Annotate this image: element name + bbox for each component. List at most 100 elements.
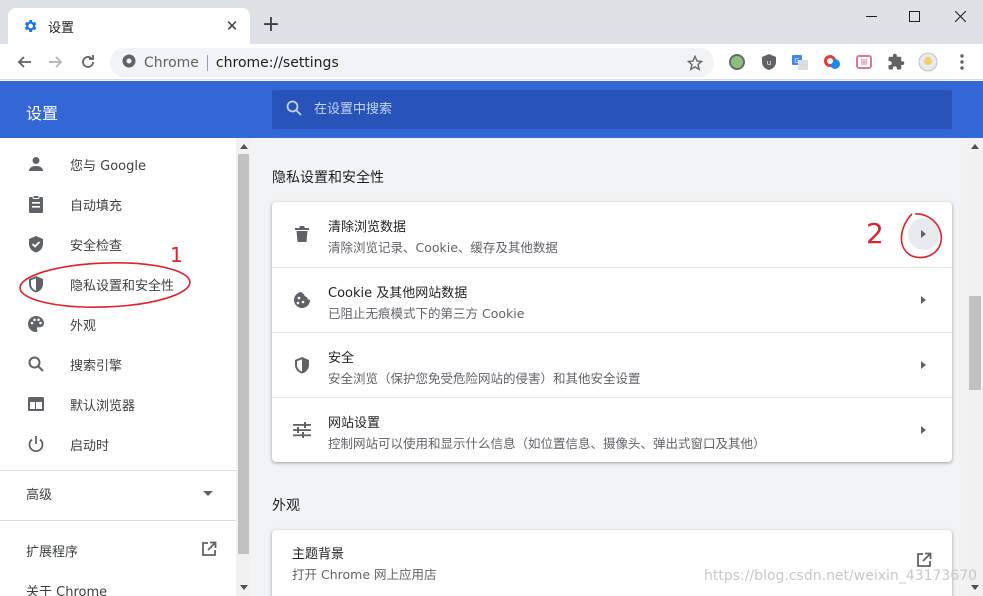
settings-search-box[interactable]: [272, 90, 952, 129]
sidebar-divider: [0, 520, 236, 521]
gear-icon: [22, 18, 38, 34]
appearance-section-title: 外观: [272, 498, 300, 514]
arrow-right-icon[interactable]: [921, 361, 926, 369]
power-icon: [26, 434, 46, 454]
sidebar-item-default-browser[interactable]: 默认浏览器: [0, 384, 236, 424]
sidebar-item-label: 隐私设置和安全性: [70, 278, 175, 294]
sidebar-item-on-startup[interactable]: 启动时: [0, 424, 236, 464]
sidebar-item-about-chrome[interactable]: 关于 Chrome: [26, 581, 107, 596]
back-button[interactable]: [12, 50, 36, 74]
site-settings-row[interactable]: 网站设置 控制网站可以使用和显示什么信息（如位置信息、摄像头、弹出式窗口及其他）: [272, 397, 952, 462]
url-text[interactable]: chrome://settings: [216, 55, 339, 71]
settings-header: 设置: [0, 81, 983, 138]
search-icon: [286, 100, 302, 120]
sidebar-item-extensions[interactable]: 扩展程序: [26, 541, 78, 560]
row-title: 安全: [328, 351, 355, 366]
sidebar-item-autofill[interactable]: 自动填充: [0, 184, 236, 224]
close-window-button[interactable]: [937, 0, 983, 32]
trash-icon: [292, 224, 312, 244]
address-bar[interactable]: Chrome chrome://settings: [110, 48, 714, 77]
bookmark-star-icon[interactable]: [686, 54, 704, 72]
row-title: 清除浏览数据: [328, 220, 407, 235]
minimize-button[interactable]: [848, 0, 894, 32]
security-row[interactable]: 安全 安全浏览（保护您免受危险网站的侵害）和其他安全设置: [272, 332, 952, 397]
scrollbar-thumb[interactable]: [969, 296, 981, 390]
sidebar-divider: [0, 470, 236, 471]
cookie-icon: [292, 290, 312, 310]
browser-tab-settings[interactable]: 设置 ✕: [8, 8, 250, 44]
clear-browsing-data-row[interactable]: 清除浏览数据 清除浏览记录、Cookie、缓存及其他数据: [272, 202, 952, 267]
sidebar-item-privacy-security[interactable]: 隐私设置和安全性: [0, 264, 236, 304]
settings-main: 隐私设置和安全性 清除浏览数据 清除浏览记录、Cookie、缓存及其他数据 Co…: [250, 138, 967, 596]
appearance-card: 主题背景 打开 Chrome 网上应用店: [272, 530, 952, 596]
omnibox-separator: [206, 54, 208, 71]
chrome-logo-icon: [122, 53, 136, 72]
privacy-card: 清除浏览数据 清除浏览记录、Cookie、缓存及其他数据 Cookie 及其他网…: [272, 202, 952, 462]
row-subtitle: 打开 Chrome 网上应用店: [292, 567, 437, 582]
puzzle-extensions-icon[interactable]: [886, 52, 906, 72]
settings-page-title: 设置: [26, 104, 59, 123]
sidebar-item-label: 搜索引擎: [70, 358, 123, 374]
arrow-right-icon[interactable]: [921, 296, 926, 304]
row-subtitle: 安全浏览（保护您免受危险网站的侵害）和其他安全设置: [328, 371, 641, 386]
scrollbar-thumb[interactable]: [238, 154, 249, 554]
browser-toolbar: Chrome chrome://settings u G: [0, 44, 983, 80]
sidebar-item-safety-check[interactable]: 安全检查: [0, 224, 236, 264]
palette-icon: [26, 314, 46, 334]
person-icon: [26, 154, 46, 174]
title-bar: 设置 ✕ +: [0, 0, 983, 44]
tune-icon: [292, 420, 312, 440]
omnibox-chrome-label: Chrome: [144, 54, 199, 71]
maximize-button[interactable]: [891, 0, 937, 32]
sidebar-item-label: 安全检查: [70, 238, 123, 254]
chevron-down-icon[interactable]: [203, 491, 213, 496]
scroll-down-icon[interactable]: [240, 585, 248, 590]
arrow-right-icon[interactable]: [921, 230, 926, 238]
pink-extension-icon[interactable]: [854, 52, 874, 72]
row-title: Cookie 及其他网站数据: [328, 286, 468, 301]
arrow-right-icon[interactable]: [921, 426, 926, 434]
scroll-up-icon[interactable]: [240, 144, 248, 149]
svg-text:u: u: [767, 59, 771, 67]
shield-check-icon: [26, 234, 46, 254]
sidebar-item-label: 启动时: [70, 438, 110, 454]
sidebar-item-label: 外观: [70, 318, 97, 334]
profile-avatar-icon[interactable]: [918, 52, 938, 72]
new-tab-button[interactable]: +: [260, 14, 282, 36]
sidebar-item-search-engine[interactable]: 搜索引擎: [0, 344, 236, 384]
privacy-section-title: 隐私设置和安全性: [272, 170, 384, 186]
scroll-down-icon[interactable]: [971, 585, 979, 590]
clipboard-icon: [26, 194, 46, 214]
row-subtitle: 控制网站可以使用和显示什么信息（如位置信息、摄像头、弹出式窗口及其他）: [328, 436, 766, 451]
theme-row[interactable]: 主题背景 打开 Chrome 网上应用店: [272, 530, 952, 596]
sidebar-item-label: 默认浏览器: [70, 398, 136, 414]
settings-search-input[interactable]: [314, 102, 874, 117]
close-tab-icon[interactable]: ✕: [222, 16, 242, 36]
adblock-extension-icon[interactable]: [822, 52, 842, 72]
row-title: 主题背景: [292, 547, 345, 562]
ublock-shield-icon[interactable]: u: [759, 52, 779, 72]
search-icon: [26, 354, 46, 374]
shield-half-icon: [26, 274, 46, 294]
row-subtitle: 已阻止无痕模式下的第三方 Cookie: [328, 306, 525, 321]
sidebar-item-label: 您与 Google: [70, 158, 146, 174]
main-scrollbar[interactable]: [967, 138, 983, 596]
extension-green-circle-icon[interactable]: [727, 52, 747, 72]
sidebar-item-you-and-google[interactable]: 您与 Google: [0, 144, 236, 184]
open-in-new-icon[interactable]: [200, 540, 218, 558]
cookies-row[interactable]: Cookie 及其他网站数据 已阻止无痕模式下的第三方 Cookie: [272, 267, 952, 332]
scroll-up-icon[interactable]: [971, 144, 979, 149]
security-shield-icon: [292, 355, 312, 375]
more-menu-icon[interactable]: [952, 52, 972, 72]
svg-text:G: G: [794, 57, 799, 65]
sidebar-item-label: 自动填充: [70, 198, 123, 214]
forward-button[interactable]: [44, 50, 68, 74]
browser-icon: [26, 394, 46, 414]
watermark-text: https://blog.csdn.net/weixin_43173670: [704, 568, 978, 584]
translate-icon[interactable]: G: [790, 52, 810, 72]
sidebar-item-appearance[interactable]: 外观: [0, 304, 236, 344]
reload-button[interactable]: [76, 50, 100, 74]
sidebar-scrollbar[interactable]: [236, 138, 250, 596]
tab-title: 设置: [48, 20, 75, 36]
sidebar-advanced-toggle[interactable]: 高级: [26, 484, 52, 503]
